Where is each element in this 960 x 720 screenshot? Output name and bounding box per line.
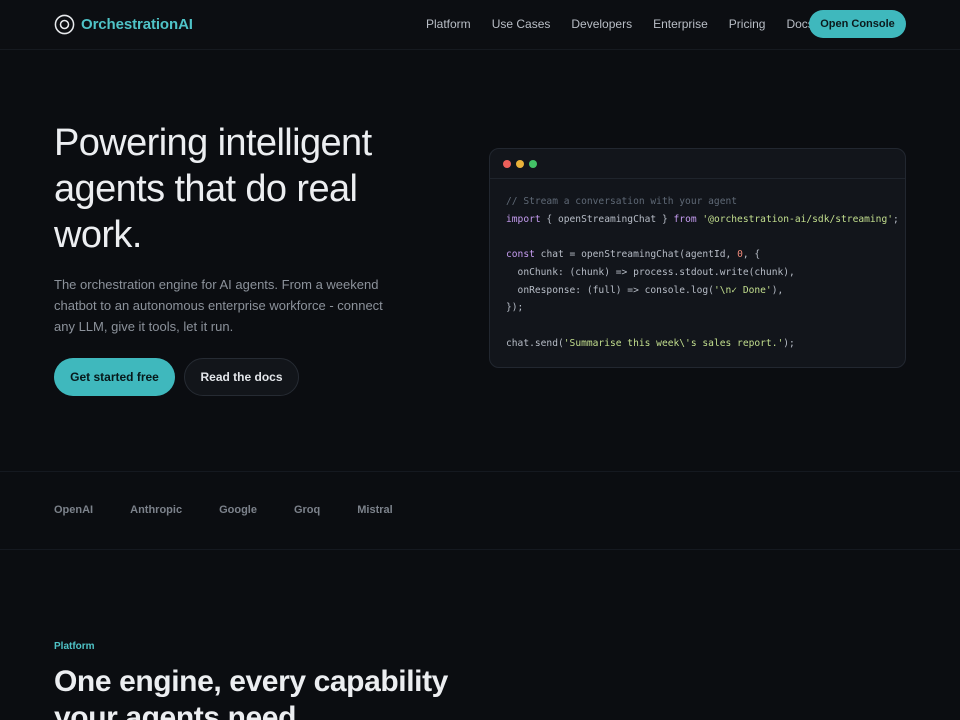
hero-title-line: work. — [54, 214, 142, 256]
code-text: chat = openStreamingChat(agentId, — [534, 249, 738, 261]
window-maximize-dot-icon — [529, 160, 537, 168]
code-text: onResponse: (full) => console.log( — [506, 284, 714, 296]
nav-link-platform[interactable]: Platform — [426, 17, 471, 31]
code-block: // Stream a conversation with your agent… — [506, 193, 899, 352]
hero-title-line: Powering intelligent — [54, 122, 372, 164]
section-title-line: your agents need — [54, 701, 296, 720]
code-string: '\n✓ Done' — [713, 284, 772, 296]
code-sample-card: // Stream a conversation with your agent… — [489, 148, 906, 368]
code-string: 'Summarise this week\'s sales report.' — [563, 337, 784, 349]
nav-link-developers[interactable]: Developers — [571, 17, 632, 31]
code-window-bar — [490, 149, 905, 179]
code-text: ); — [783, 337, 795, 349]
provider-list: OpenAI Anthropic Google Groq Mistral — [54, 504, 430, 516]
nav-link-pricing[interactable]: Pricing — [729, 17, 766, 31]
hero-title-line: agents that do real — [54, 168, 358, 210]
section-title-line: One engine, every capability — [54, 665, 448, 698]
code-text: ; — [893, 213, 899, 225]
code-keyword: const — [506, 249, 535, 261]
brand-name: OrchestrationAI — [81, 15, 193, 33]
provider-logo-google: Google — [219, 504, 257, 516]
nav-link-enterprise[interactable]: Enterprise — [653, 17, 708, 31]
hero-subtitle: The orchestration engine for AI agents. … — [54, 277, 383, 334]
get-started-button[interactable]: Get started free — [54, 358, 175, 396]
nav-links: Platform Use Cases Developers Enterprise… — [426, 17, 814, 31]
platform-section-title: One engine, every capability your agents… — [54, 664, 474, 720]
code-keyword: from — [673, 213, 697, 225]
code-text: ), — [771, 284, 784, 296]
hero-title: Powering intelligent agents that do real… — [54, 120, 454, 258]
open-console-button[interactable]: Open Console — [809, 10, 906, 38]
code-text: chat.send( — [506, 337, 564, 349]
code-text: , { — [742, 249, 761, 261]
top-nav: OrchestrationAI Platform Use Cases Devel… — [0, 0, 960, 50]
window-close-dot-icon — [503, 160, 511, 168]
code-text: { openStreamingChat } — [540, 213, 674, 225]
orbit-logo-icon — [54, 14, 75, 34]
code-comment: // Stream a conversation with your agent — [506, 196, 738, 207]
provider-logo-groq: Groq — [293, 504, 321, 516]
window-minimize-dot-icon — [516, 160, 524, 168]
code-string: '@orchestration-ai/sdk/streaming' — [702, 213, 894, 225]
code-keyword: import — [506, 213, 541, 225]
platform-eyebrow: Platform — [54, 641, 95, 652]
code-text: }); — [506, 302, 524, 314]
provider-logo-anthropic: Anthropic — [130, 504, 183, 516]
provider-logo-mistral: Mistral — [357, 504, 393, 516]
provider-logo-openai: OpenAI — [54, 504, 94, 516]
code-text: onChunk: (chunk) => process.stdout.write… — [506, 266, 795, 278]
llm-providers-strip: OpenAI Anthropic Google Groq Mistral — [0, 471, 960, 550]
read-docs-button[interactable]: Read the docs — [184, 358, 299, 396]
brand-logo[interactable]: OrchestrationAI — [54, 13, 193, 35]
nav-link-use-cases[interactable]: Use Cases — [492, 17, 551, 31]
